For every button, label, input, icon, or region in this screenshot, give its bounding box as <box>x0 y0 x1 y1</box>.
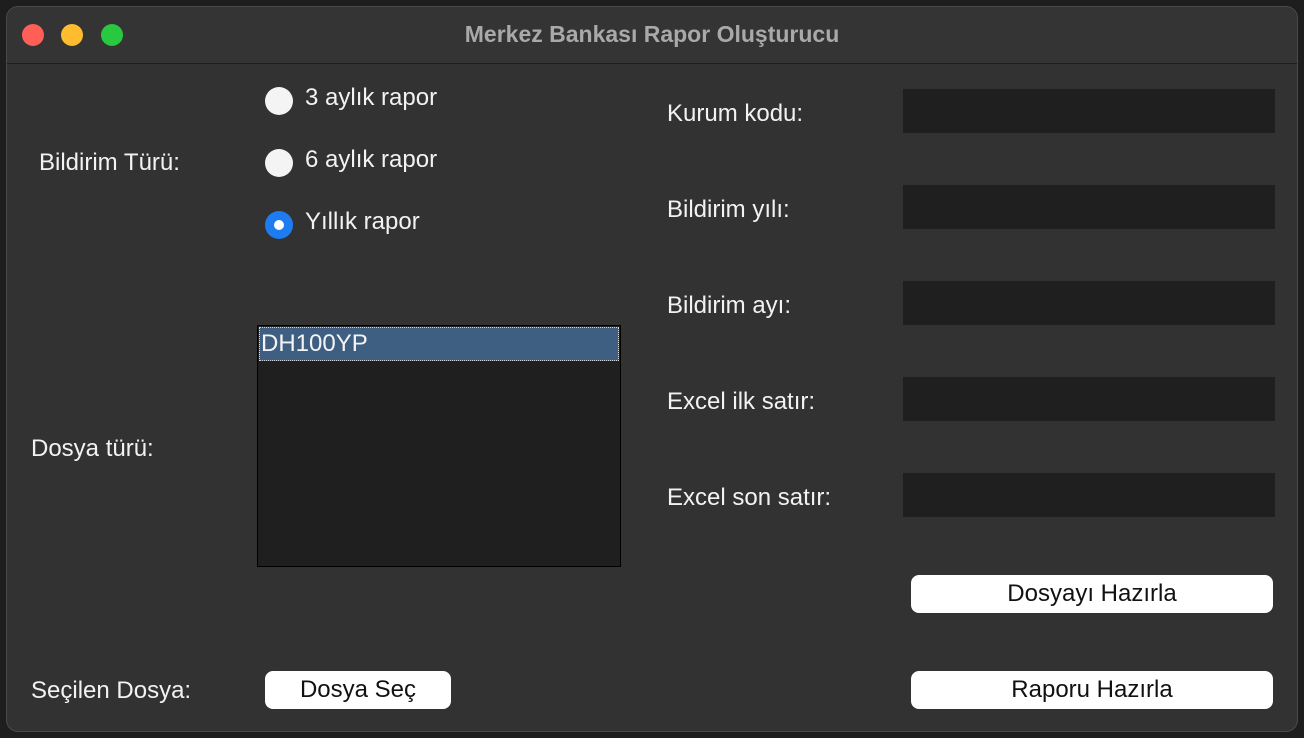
list-item-selected[interactable]: DH100YP <box>259 327 619 361</box>
excel-first-row-label: Excel ilk satır: <box>667 388 816 415</box>
file-type-label: Dosya türü: <box>31 435 154 462</box>
report-month-label: Bildirim ayı: <box>667 292 792 319</box>
excel-last-row-label: Excel son satır: <box>667 484 832 511</box>
selected-file-label: Seçilen Dosya: <box>31 677 192 704</box>
institution-code-input[interactable] <box>903 89 1275 133</box>
radio-button-selected[interactable] <box>265 211 293 239</box>
radio-button[interactable] <box>265 149 293 177</box>
report-type-label: Bildirim Türü: <box>39 149 180 176</box>
prepare-report-button[interactable]: Raporu Hazırla <box>911 671 1273 709</box>
excel-last-row-input[interactable] <box>903 473 1275 517</box>
report-year-label: Bildirim yılı: <box>667 196 790 223</box>
file-type-listbox[interactable]: DH100YP <box>257 325 621 567</box>
window-title: Merkez Bankası Rapor Oluşturucu <box>464 21 840 47</box>
excel-first-row-input[interactable] <box>903 377 1275 421</box>
choose-file-button[interactable]: Dosya Seç <box>265 671 451 709</box>
report-year-input[interactable] <box>903 185 1275 229</box>
title-bar: Merkez Bankası Rapor Oluşturucu <box>7 7 1297 64</box>
prepare-file-button[interactable]: Dosyayı Hazırla <box>911 575 1273 613</box>
radio-button[interactable] <box>265 87 293 115</box>
app-window: Merkez Bankası Rapor Oluşturucu Bildirim… <box>6 6 1298 732</box>
radio-label: 3 aylık rapor <box>305 84 438 111</box>
radio-label: Yıllık rapor <box>305 208 420 235</box>
institution-code-label: Kurum kodu: <box>667 100 804 127</box>
radio-label: 6 aylık rapor <box>305 146 438 173</box>
report-month-input[interactable] <box>903 281 1275 325</box>
